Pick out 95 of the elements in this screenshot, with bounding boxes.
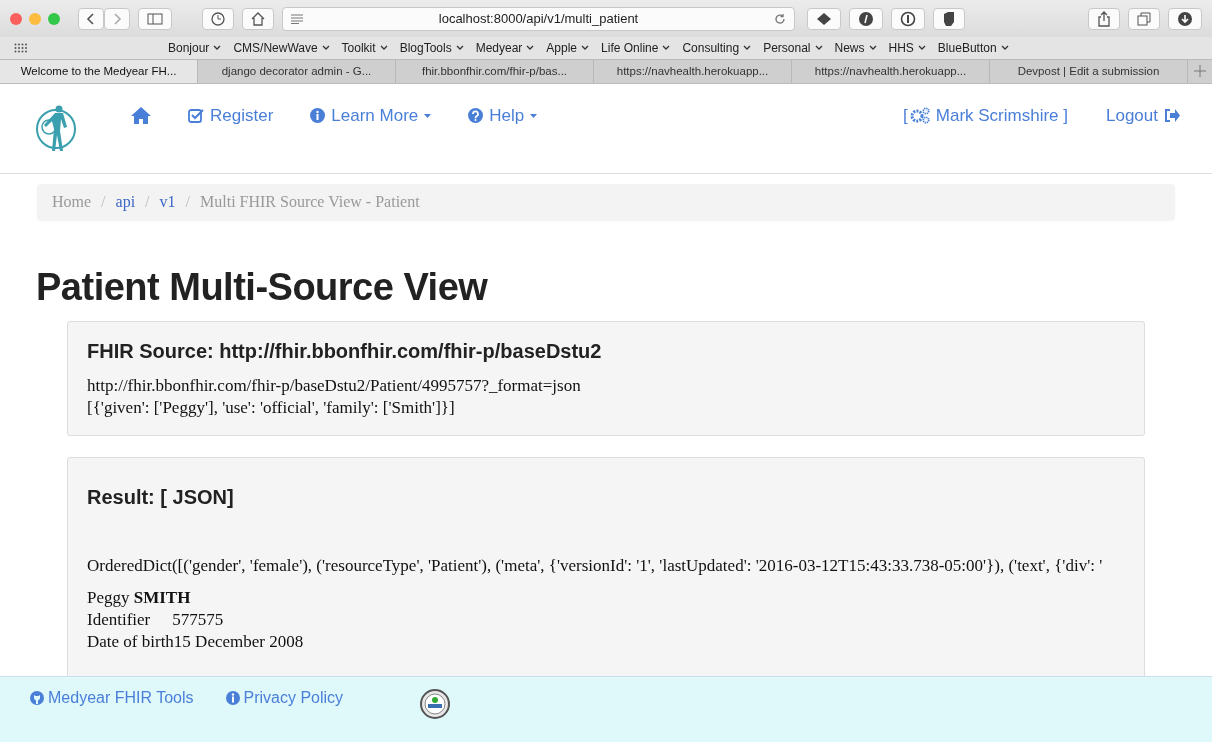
back-button[interactable] bbox=[78, 7, 104, 30]
bookmark-folder[interactable]: Toolkit bbox=[341, 40, 388, 55]
browser-tab[interactable]: Welcome to the Medyear FH... bbox=[0, 59, 198, 83]
download-icon bbox=[1177, 10, 1193, 27]
footer-link[interactable]: Medyear FHIR Tools bbox=[30, 689, 194, 707]
breadcrumb-link[interactable]: v1 bbox=[159, 193, 176, 211]
chevron-down-icon bbox=[917, 44, 926, 51]
breadcrumb-separator: / bbox=[145, 193, 150, 211]
patient-name-data: [{'given': ['Peggy'], 'use': 'official', 'family': ['Smith']}] bbox=[87, 397, 456, 419]
chevron-down-icon bbox=[1000, 44, 1009, 51]
history-button[interactable] bbox=[202, 7, 234, 30]
pin-icon bbox=[858, 10, 874, 27]
browser-tab[interactable]: django decorator admin - G... bbox=[198, 59, 396, 83]
note-button[interactable] bbox=[933, 7, 965, 30]
chevron-down-icon bbox=[814, 44, 823, 51]
field-label: Date of birth bbox=[87, 632, 174, 651]
chevron-right-icon bbox=[112, 12, 122, 25]
user-link[interactable]: [ Mark Scrimshire ] bbox=[903, 105, 1068, 126]
home-icon bbox=[131, 107, 151, 124]
extension-button[interactable] bbox=[807, 7, 841, 30]
bookmark-folder[interactable]: Apple bbox=[546, 40, 590, 55]
home-link[interactable] bbox=[131, 107, 151, 124]
page-heading: Patient Multi-Source View bbox=[36, 266, 489, 309]
nav-link[interactable]: Learn More bbox=[310, 105, 432, 126]
checkbox-icon bbox=[188, 108, 204, 123]
bookmark-folder[interactable]: HHS bbox=[888, 40, 926, 55]
gears-icon bbox=[909, 107, 930, 124]
field-value: 577575 bbox=[172, 610, 224, 629]
caret-icon bbox=[530, 113, 538, 118]
grid-icon bbox=[14, 42, 28, 53]
chevron-left-icon bbox=[86, 12, 96, 25]
tabs-icon bbox=[1137, 11, 1151, 26]
pin-button[interactable] bbox=[849, 7, 883, 30]
seal-icon bbox=[420, 689, 451, 719]
source-url: http://fhir.bbonfhir.com/fhir-p/baseDstu2/Patient/4995757?_format=json bbox=[87, 375, 582, 397]
address-field[interactable]: localhost:8000/api/v1/multi_patient bbox=[282, 6, 795, 31]
caret-icon bbox=[424, 113, 432, 118]
logout-link[interactable]: Logout bbox=[1106, 105, 1180, 126]
sidebar-icon bbox=[147, 12, 163, 25]
chevron-down-icon bbox=[868, 44, 877, 51]
breadcrumb-separator: / bbox=[185, 193, 190, 211]
breadcrumb-item: Multi FHIR Source View - Patient bbox=[200, 193, 420, 211]
sidebar-button[interactable] bbox=[138, 7, 172, 30]
bookmark-folder[interactable]: Personal bbox=[763, 40, 823, 55]
clock-icon bbox=[211, 11, 225, 26]
breadcrumb-link[interactable]: api bbox=[115, 193, 136, 211]
plus-icon bbox=[1194, 65, 1206, 78]
footer-link[interactable]: Privacy Policy bbox=[225, 689, 344, 707]
bookmark-folder[interactable]: News bbox=[834, 40, 877, 55]
share-button[interactable] bbox=[1088, 7, 1120, 30]
breadcrumb-item: Home bbox=[52, 193, 92, 211]
info-icon bbox=[225, 691, 240, 705]
panel-title: Result: [ JSON] bbox=[87, 486, 235, 509]
nav-link[interactable]: Register bbox=[188, 105, 274, 126]
browser-tab[interactable]: fhir.bbonfhir.com/fhir-p/bas... bbox=[396, 59, 594, 83]
sign-out-icon bbox=[1164, 109, 1180, 122]
password-button[interactable] bbox=[891, 7, 925, 30]
breadcrumb-separator: / bbox=[101, 193, 106, 211]
bookmark-folder[interactable]: BlogTools bbox=[399, 40, 464, 55]
reload-icon bbox=[774, 12, 786, 25]
keyhole-icon bbox=[900, 10, 916, 27]
github-icon bbox=[30, 691, 44, 705]
chevron-down-icon bbox=[743, 44, 752, 51]
browser-tab[interactable]: Devpost | Edit a submission bbox=[990, 59, 1188, 83]
diamond-icon bbox=[816, 11, 832, 26]
help-icon bbox=[468, 108, 484, 123]
chevron-down-icon bbox=[455, 44, 464, 51]
bookmark-folder[interactable]: BlueButton bbox=[937, 40, 1009, 55]
close-button[interactable] bbox=[10, 12, 22, 25]
field-value: 15 December 2008 bbox=[173, 632, 304, 651]
home-button[interactable] bbox=[242, 7, 274, 30]
browser-tab[interactable]: https://navhealth.herokuapp... bbox=[792, 59, 990, 83]
chevron-down-icon bbox=[581, 44, 590, 51]
downloads-button[interactable] bbox=[1168, 7, 1202, 30]
reader-icon bbox=[291, 13, 303, 24]
bookmark-folder[interactable]: Consulting bbox=[682, 40, 752, 55]
chevron-down-icon bbox=[526, 44, 535, 51]
nav-link[interactable]: Help bbox=[468, 105, 538, 126]
info-icon bbox=[310, 108, 326, 123]
bookmark-folder[interactable]: Life Online bbox=[601, 40, 671, 55]
result-data: OrderedDict([('gender', 'female'), ('resourceType', 'Patient'), ('meta', {'versionId': '1', 'lastUpdated': '2016-03-12T15:43:33.738-05:00'}), ('text', {'div': ' bbox=[87, 555, 1104, 577]
chevron-down-icon bbox=[662, 44, 671, 51]
tabs-button[interactable] bbox=[1128, 7, 1160, 30]
field-label: Identifier bbox=[87, 610, 151, 629]
bookmark-folder[interactable]: Medyear bbox=[475, 40, 535, 55]
bookmark-folder[interactable]: CMS/NewWave bbox=[233, 40, 330, 55]
bookmark-folder[interactable]: Bonjour bbox=[168, 40, 222, 55]
home-icon bbox=[251, 11, 265, 26]
chevron-down-icon bbox=[379, 44, 388, 51]
panel-title: FHIR Source: http://fhir.bbonfhir.com/fhir-p/baseDstu2 bbox=[87, 340, 603, 363]
chevron-down-icon bbox=[321, 44, 330, 51]
share-icon bbox=[1097, 10, 1111, 27]
browser-tab[interactable]: https://navhealth.herokuapp... bbox=[594, 59, 792, 83]
chevron-down-icon bbox=[213, 44, 222, 51]
patient-name: Peggy SMITH bbox=[87, 587, 192, 609]
